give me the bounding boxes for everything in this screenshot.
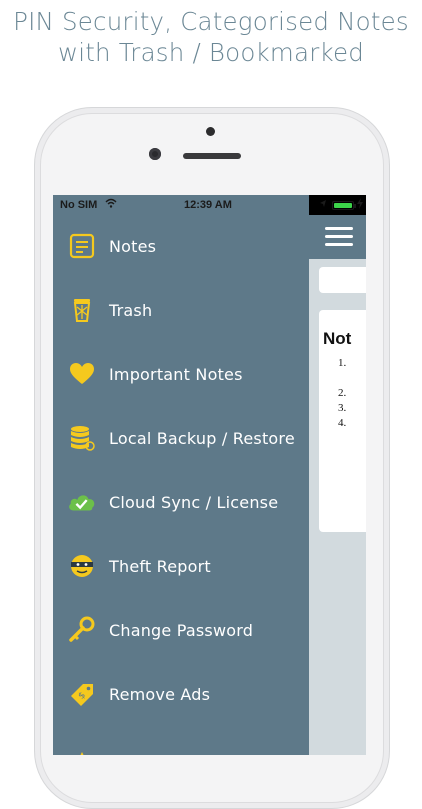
menu-item-cloud-sync[interactable]: Cloud Sync / License	[53, 475, 309, 531]
clock-time: 12:39 AM	[184, 199, 232, 211]
list-number: 3.	[338, 402, 347, 414]
list-number: 1.	[338, 357, 347, 369]
headline-line-1: PIN Security, Categorised Notes	[13, 7, 409, 36]
menu-item-trash[interactable]: Trash	[53, 283, 309, 339]
menu-label-remove-ads: Remove Ads	[109, 685, 211, 704]
menu-label-notes: Notes	[109, 237, 157, 256]
cloud-check-icon	[67, 487, 97, 517]
battery-icon	[332, 201, 354, 210]
navigation-drawer: Notes Trash Important Notes Local Backup…	[53, 195, 309, 755]
menu-label-trash: Trash	[109, 301, 153, 320]
charging-bolt-icon	[357, 198, 363, 212]
phone-screen: Notes Trash Important Notes Local Backup…	[53, 195, 366, 755]
menu-item-remove-ads[interactable]: $ Remove Ads	[53, 667, 309, 723]
partial-icon	[67, 743, 97, 755]
sensor-dot	[206, 127, 215, 136]
menu-item-local-backup[interactable]: Local Backup / Restore	[53, 411, 309, 467]
menu-label-important-notes: Important Notes	[109, 365, 243, 384]
menu-item-important-notes[interactable]: Important Notes	[53, 347, 309, 403]
menu-label-cloud-sync: Cloud Sync / License	[109, 493, 279, 512]
note-card-title: Not	[323, 329, 352, 348]
notes-icon	[67, 231, 97, 261]
location-arrow-icon	[319, 199, 327, 210]
carrier-label: No SIM	[60, 199, 98, 211]
list-number: 4.	[338, 417, 347, 429]
status-bar: No SIM 12:39 AM	[53, 195, 366, 215]
menu-item-change-password[interactable]: Change Password	[53, 603, 309, 659]
thief-icon	[67, 551, 97, 581]
hamburger-menu-icon[interactable]	[325, 227, 353, 247]
earpiece-speaker	[183, 153, 241, 159]
menu-item-notes[interactable]: Notes	[53, 219, 309, 275]
price-tag-icon: $	[67, 679, 97, 709]
menu-label-theft-report: Theft Report	[109, 557, 211, 576]
heart-icon	[67, 359, 97, 389]
key-icon	[67, 615, 97, 645]
battery-tip	[354, 204, 356, 208]
wifi-icon	[105, 198, 117, 211]
promo-headline: PIN Security, Categorised Notes with Tra…	[0, 6, 422, 68]
trash-icon	[67, 295, 97, 325]
menu-item-partial[interactable]	[53, 731, 309, 755]
menu-label-change-password: Change Password	[109, 621, 254, 640]
main-content-panel: Not 1. 2. 3. 4.	[309, 215, 366, 755]
menu-label-local-backup: Local Backup / Restore	[109, 429, 295, 448]
list-number: 2.	[338, 387, 347, 399]
search-input[interactable]	[319, 267, 366, 293]
database-icon	[67, 423, 97, 453]
headline-line-2: with Trash / Bookmarked	[57, 38, 365, 67]
top-bar	[309, 215, 366, 259]
menu-item-theft-report[interactable]: Theft Report	[53, 539, 309, 595]
front-camera	[149, 148, 161, 160]
